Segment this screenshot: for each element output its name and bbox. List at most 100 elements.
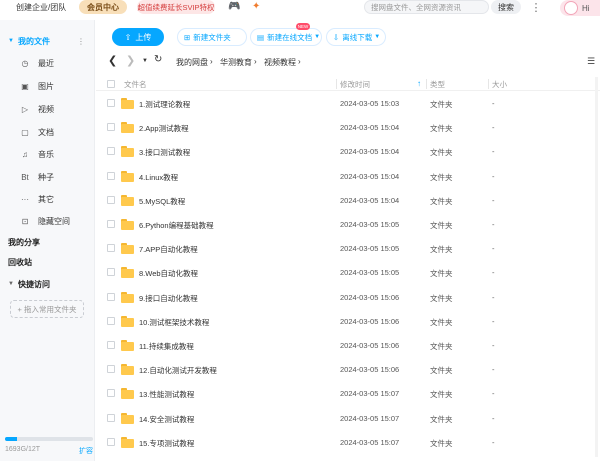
breadcrumb-item[interactable]: 华测教育 [220, 57, 252, 68]
list-view-icon[interactable]: ☰ [587, 56, 595, 67]
more-vertical-icon[interactable]: ⋮ [77, 37, 85, 46]
table-row[interactable]: 7.APP自动化教程 2024-03-05 15:05 文件夹 - [96, 237, 600, 261]
row-checkbox[interactable] [107, 171, 115, 180]
scrollbar[interactable] [595, 77, 598, 457]
search-button[interactable]: 搜索 [491, 0, 521, 14]
table-row[interactable]: 14.安全测试教程 2024-03-05 15:07 文件夹 - [96, 407, 600, 431]
file-size: - [492, 195, 495, 205]
sidebar-item-torrents[interactable]: Bt 种子 [0, 168, 95, 186]
file-name[interactable]: 15.专项测试教程 [139, 438, 194, 449]
new-online-doc-button[interactable]: ▤ 新建在线文档 ▼ [250, 28, 322, 46]
row-checkbox[interactable] [107, 341, 115, 349]
table-row[interactable]: 8.Web自动化教程 2024-03-05 15:05 文件夹 - [96, 261, 600, 285]
table-row[interactable]: 5.MySQL教程 2024-03-05 15:04 文件夹 - [96, 189, 600, 213]
main-panel: ⇧ 上传 ⊞ 新建文件夹 ▤ 新建在线文档 ▼ NEW ⇩ 离线下载 ▼ ❮ ❯… [96, 20, 600, 461]
table-row[interactable]: 9.接口自动化教程 2024-03-05 15:06 文件夹 - [96, 286, 600, 310]
table-row[interactable]: 3.接口测试教程 2024-03-05 15:04 文件夹 - [96, 140, 600, 164]
sidebar-recycle-bin[interactable]: 回收站 [0, 253, 95, 271]
svip-promo-button[interactable]: 超值续费延长SVIP特权 [137, 0, 215, 14]
file-size: - [492, 292, 495, 302]
file-modified-time: 2024-03-05 15:07 [340, 437, 400, 447]
forward-arrow-icon[interactable]: ❯ [126, 54, 135, 67]
create-team-link[interactable]: 创建企业/团队 [4, 0, 77, 14]
new-folder-button[interactable]: ⊞ 新建文件夹 [177, 28, 247, 46]
row-checkbox[interactable] [107, 365, 115, 374]
select-all-checkbox[interactable] [107, 80, 115, 88]
file-name[interactable]: 3.接口测试教程 [139, 147, 190, 158]
sidebar-item-hidden-space[interactable]: ⊡ 隐藏空间 [0, 212, 95, 230]
row-checkbox[interactable] [107, 147, 115, 156]
table-row[interactable]: 13.性能测试教程 2024-03-05 15:07 文件夹 - [96, 382, 600, 406]
row-checkbox[interactable] [107, 195, 115, 204]
column-header-name[interactable]: 文件名 [124, 79, 147, 90]
more-vertical-icon[interactable]: ⋮ [531, 0, 542, 14]
sidebar-item-documents[interactable]: ▢ 文档 [0, 123, 95, 141]
file-name[interactable]: 14.安全测试教程 [139, 414, 194, 425]
file-name[interactable]: 10.测试框架技术教程 [139, 317, 209, 328]
sidebar-item-images[interactable]: ▣ 图片 [0, 77, 95, 95]
table-row[interactable]: 2.App测试教程 2024-03-05 15:04 文件夹 - [96, 116, 600, 140]
row-checkbox[interactable] [107, 123, 115, 132]
sidebar-item-music[interactable]: ♫ 音乐 [0, 145, 95, 163]
user-menu[interactable]: Hi [560, 0, 600, 16]
file-name[interactable]: 8.Web自动化教程 [139, 268, 198, 279]
file-name[interactable]: 4.Linux教程 [139, 172, 178, 183]
folder-icon [121, 412, 134, 424]
caret-down-icon: ▼ [8, 38, 14, 44]
file-name[interactable]: 9.接口自动化教程 [139, 293, 198, 304]
file-name[interactable]: 12.自动化测试开发教程 [139, 365, 217, 376]
table-row[interactable]: 10.测试框架技术教程 2024-03-05 15:06 文件夹 - [96, 310, 600, 334]
table-row[interactable]: 11.持续集成教程 2024-03-05 15:06 文件夹 - [96, 334, 600, 358]
file-name[interactable]: 11.持续集成教程 [139, 341, 194, 352]
refresh-icon[interactable]: ↻ [154, 54, 162, 65]
sidebar-item-recent[interactable]: ◷ 最近 [0, 54, 95, 72]
back-arrow-icon[interactable]: ❮ [108, 54, 117, 67]
sidebar-item-other[interactable]: ··· 其它 [0, 190, 95, 208]
history-dropdown-icon[interactable]: ▼ [142, 58, 148, 64]
row-checkbox[interactable] [107, 244, 115, 253]
sort-ascending-icon[interactable]: ↑ [417, 79, 421, 88]
sidebar-item-label: 文档 [38, 127, 54, 137]
row-checkbox[interactable] [107, 316, 115, 325]
sidebar-my-share[interactable]: 我的分享 [0, 233, 95, 251]
sidebar-quick-access[interactable]: ▼ 快捷访问 [0, 276, 95, 292]
file-name[interactable]: 1.测试理论教程 [139, 99, 190, 110]
upload-button[interactable]: ⇧ 上传 [112, 28, 164, 46]
vip-center-button[interactable]: 会员中心 [79, 0, 127, 14]
table-row[interactable]: 1.测试理论教程 2024-03-05 15:03 文件夹 - [96, 92, 600, 116]
sidebar-item-videos[interactable]: ▷ 视频 [0, 100, 95, 118]
column-header-type[interactable]: 类型 [430, 79, 445, 90]
expand-storage-link[interactable]: 扩容 [79, 446, 93, 456]
gift-icon[interactable]: ✦ [252, 1, 264, 13]
row-checkbox[interactable] [107, 389, 115, 398]
column-header-time[interactable]: 修改时间 [340, 79, 370, 90]
file-name[interactable]: 6.Python编程基础教程 [139, 220, 214, 231]
file-name[interactable]: 13.性能测试教程 [139, 389, 194, 400]
file-name[interactable]: 7.APP自动化教程 [139, 244, 198, 255]
column-header-size[interactable]: 大小 [492, 79, 507, 90]
gamepad-icon[interactable]: 🎮 [228, 1, 240, 13]
offline-download-button[interactable]: ⇩ 离线下载 ▼ [326, 28, 386, 46]
search-input[interactable]: 搜网盘文件、全网资源资讯 [364, 0, 489, 14]
drag-folder-dropzone[interactable]: + 拖入常用文件夹 [10, 300, 84, 318]
table-row[interactable]: 15.专项测试教程 2024-03-05 15:07 文件夹 - [96, 431, 600, 455]
sidebar-item-label: 图片 [38, 81, 54, 91]
folder-icon [121, 146, 134, 158]
file-name[interactable]: 5.MySQL教程 [139, 196, 185, 207]
table-row[interactable]: 12.自动化测试开发教程 2024-03-05 15:06 文件夹 - [96, 358, 600, 382]
row-checkbox[interactable] [107, 268, 115, 277]
new-badge: NEW [296, 23, 310, 30]
row-checkbox[interactable] [107, 99, 115, 107]
file-name[interactable]: 2.App测试教程 [139, 123, 189, 134]
row-checkbox[interactable] [107, 437, 115, 446]
file-modified-time: 2024-03-05 15:05 [340, 220, 400, 229]
breadcrumb-item[interactable]: 我的网盘 [176, 57, 208, 68]
row-checkbox[interactable] [107, 413, 115, 422]
table-row[interactable]: 4.Linux教程 2024-03-05 15:04 文件夹 - [96, 165, 600, 189]
row-checkbox[interactable] [107, 220, 115, 228]
column-divider [488, 79, 489, 89]
table-row[interactable]: 6.Python编程基础教程 2024-03-05 15:05 文件夹 - [96, 213, 600, 237]
folder-icon [121, 170, 134, 182]
row-checkbox[interactable] [107, 292, 115, 301]
sidebar-my-files[interactable]: ▼ 我的文件 ⋮ [0, 32, 95, 50]
